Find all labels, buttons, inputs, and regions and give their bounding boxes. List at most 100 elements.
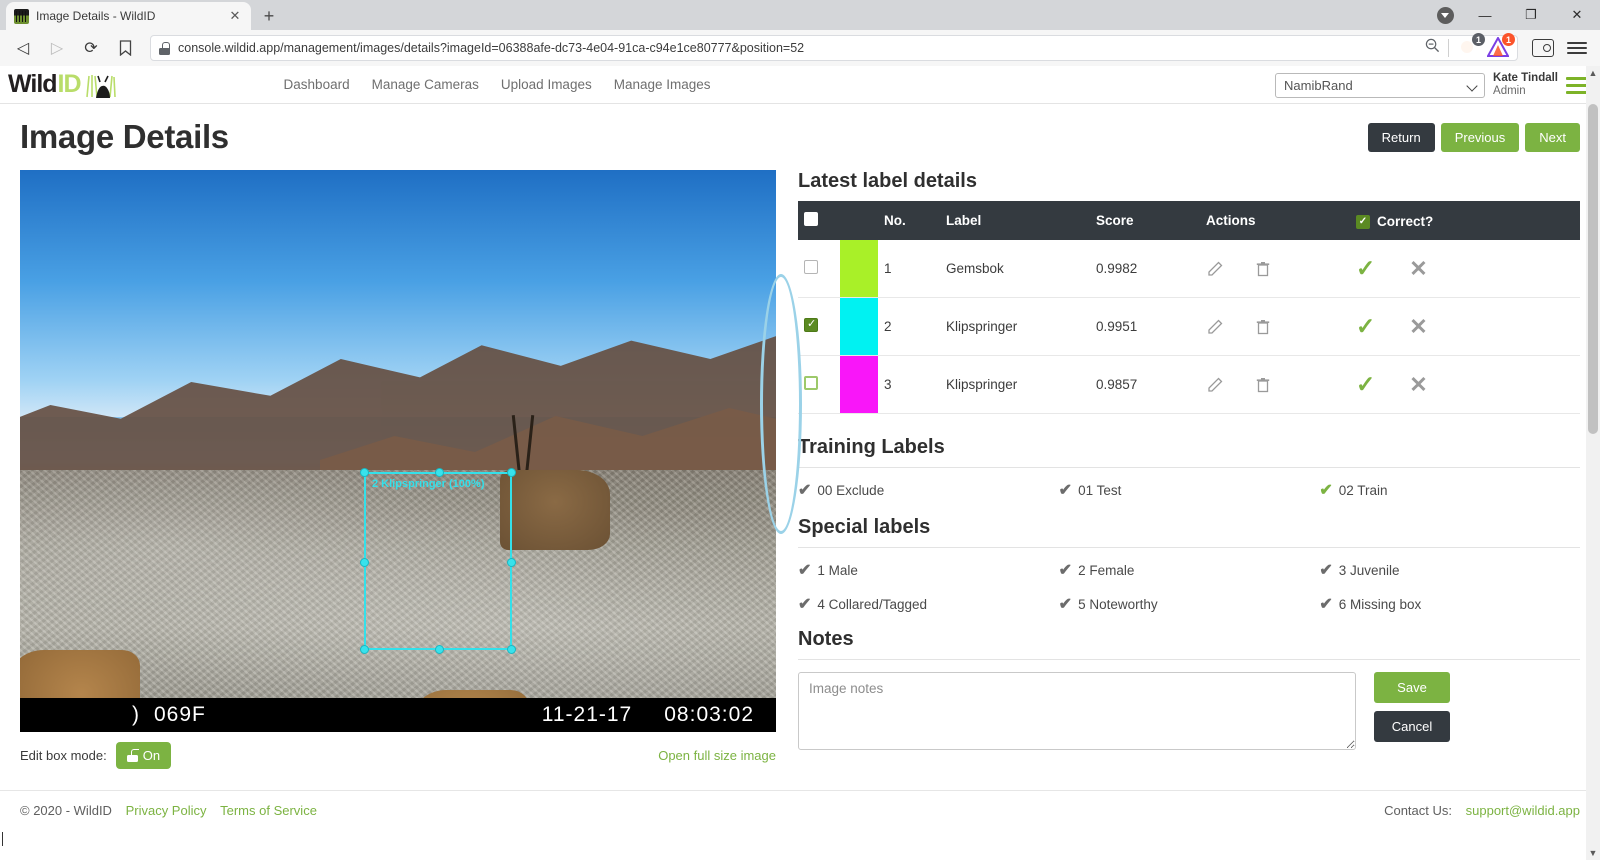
- edit-icon[interactable]: [1206, 376, 1224, 394]
- page-title: Image Details: [20, 118, 229, 155]
- row-checkbox[interactable]: [804, 317, 818, 332]
- text-caret: [2, 832, 3, 846]
- edit-box-mode-value: On: [142, 748, 161, 763]
- check-icon: ✔: [1058, 562, 1073, 579]
- open-full-size-image-link[interactable]: Open full size image: [658, 748, 776, 763]
- cancel-button[interactable]: Cancel: [1374, 711, 1450, 742]
- wildid-logo[interactable]: Wild ID: [8, 70, 118, 99]
- nav-item-upload-images[interactable]: Upload Images: [490, 77, 603, 92]
- special-label-text: 5 Noteworthy: [1078, 596, 1158, 612]
- nav-item-dashboard[interactable]: Dashboard: [273, 77, 361, 92]
- scroll-up-arrow[interactable]: ▲: [1586, 66, 1600, 80]
- nav-item-manage-images[interactable]: Manage Images: [603, 77, 722, 92]
- header-select-all[interactable]: [798, 201, 840, 240]
- url-text: console.wildid.app/management/images/det…: [178, 41, 805, 55]
- terms-of-service-link[interactable]: Terms of Service: [220, 803, 317, 818]
- address-bar[interactable]: console.wildid.app/management/images/det…: [150, 33, 1518, 61]
- forward-icon[interactable]: ▷: [42, 33, 72, 63]
- select-all-checkbox[interactable]: [804, 212, 818, 226]
- brave-rewards-icon[interactable]: 1: [1486, 33, 1515, 59]
- nav-item-manage-cameras[interactable]: Manage Cameras: [361, 77, 490, 92]
- special-label-6-missing-box[interactable]: ✔ 6 Missing box: [1319, 594, 1580, 614]
- edit-icon[interactable]: [1206, 318, 1224, 336]
- bbox-handle-tl[interactable]: [360, 468, 369, 477]
- special-label-5-noteworthy[interactable]: ✔ 5 Noteworthy: [1059, 594, 1320, 614]
- bbox-handle-ml[interactable]: [360, 558, 369, 567]
- training-label-02-train[interactable]: ✔ 02 Train: [1319, 480, 1580, 500]
- privacy-policy-link[interactable]: Privacy Policy: [126, 803, 207, 818]
- row-checkbox-cell[interactable]: [798, 297, 840, 356]
- camera-trap-image[interactable]: 2 Klipspringer (100%)) 069F 11-21-17 08…: [20, 170, 776, 732]
- training-label-01-test[interactable]: ✔ 01 Test: [1059, 480, 1320, 500]
- reject-icon[interactable]: ✕: [1409, 314, 1427, 340]
- row-checkbox[interactable]: [804, 376, 818, 390]
- scroll-down-arrow[interactable]: ▼: [1586, 846, 1600, 860]
- browser-menu-icon[interactable]: [1562, 33, 1592, 63]
- check-icon: ✔: [1319, 596, 1333, 613]
- delete-icon[interactable]: [1254, 376, 1272, 394]
- row-checkbox[interactable]: [804, 260, 818, 274]
- main-content: Image Details Return Previous Next 2 Kli…: [0, 104, 1600, 860]
- scrollbar-thumb[interactable]: [1588, 104, 1598, 434]
- save-button[interactable]: Save: [1374, 672, 1450, 703]
- browser-tab[interactable]: Image Details - WildID ✕: [6, 2, 251, 30]
- next-button[interactable]: Next: [1525, 122, 1580, 152]
- window-maximize-button[interactable]: ❐: [1508, 0, 1554, 30]
- return-button[interactable]: Return: [1367, 122, 1435, 152]
- wildid-favicon-icon: [14, 8, 29, 24]
- project-select[interactable]: NamibRand: [1275, 72, 1486, 98]
- window-close-button[interactable]: ✕: [1554, 0, 1600, 30]
- reject-icon[interactable]: ✕: [1409, 372, 1427, 398]
- special-label-4-collared-tagged[interactable]: ✔ 4 Collared/Tagged: [798, 594, 1059, 614]
- bbox-handle-bc[interactable]: [435, 645, 444, 654]
- correct-all-checkbox[interactable]: ✓: [1356, 214, 1370, 229]
- previous-button[interactable]: Previous: [1440, 122, 1520, 152]
- notes-input[interactable]: [798, 672, 1356, 750]
- window-dropdown-button[interactable]: [1428, 0, 1462, 30]
- window-minimize-button[interactable]: —: [1462, 0, 1508, 30]
- page-scrollbar[interactable]: ▲ ▼: [1586, 66, 1600, 860]
- temperature-reading: 069F: [154, 703, 206, 726]
- accept-icon[interactable]: ✓: [1356, 371, 1375, 398]
- new-tab-button[interactable]: +: [255, 2, 283, 30]
- special-label-2-female[interactable]: ✔ 2 Female: [1059, 560, 1320, 580]
- delete-icon[interactable]: [1254, 260, 1272, 278]
- support-email-link[interactable]: support@wildid.app: [1466, 803, 1580, 818]
- row-color-swatch: [840, 356, 878, 413]
- brave-shields-icon[interactable]: 1: [1457, 33, 1485, 59]
- bbox-handle-bl[interactable]: [360, 645, 369, 654]
- bbox-handle-br[interactable]: [507, 645, 516, 654]
- accept-icon[interactable]: ✓: [1356, 313, 1375, 340]
- zoom-out-icon[interactable]: [1425, 38, 1440, 58]
- bbox-handle-mr[interactable]: [507, 558, 516, 567]
- training-label-00-exclude[interactable]: ✔ 00 Exclude: [798, 480, 1059, 500]
- header-color-swatch: [840, 201, 878, 240]
- special-label-1-male[interactable]: ✔ 1 Male: [798, 560, 1059, 580]
- tab-close-icon[interactable]: ✕: [227, 8, 243, 24]
- bounding-box[interactable]: 2 Klipspringer (100%): [360, 468, 516, 654]
- reload-icon[interactable]: ⟳: [76, 33, 106, 63]
- camera-info-strip: ) 069F 11-21-17 08:03:02: [20, 698, 776, 732]
- wallet-icon[interactable]: [1528, 33, 1558, 63]
- check-icon: ✔: [798, 596, 812, 613]
- project-select-value: NamibRand: [1284, 77, 1353, 93]
- row-color-swatch: [840, 240, 878, 297]
- back-icon[interactable]: ◁: [8, 33, 38, 63]
- accept-icon[interactable]: ✓: [1356, 255, 1375, 282]
- bookmark-icon[interactable]: [110, 33, 140, 63]
- capture-date: 11-21-17: [541, 703, 633, 726]
- row-checkbox-cell[interactable]: [798, 355, 840, 414]
- edit-box-mode-toggle[interactable]: On: [115, 742, 172, 769]
- check-icon: ✔: [1058, 596, 1073, 613]
- reject-icon[interactable]: ✕: [1409, 256, 1427, 282]
- lock-icon: [159, 41, 170, 55]
- row-correct: ✓ ✕: [1350, 297, 1580, 356]
- row-checkbox-cell[interactable]: [798, 240, 840, 298]
- bbox-handle-tc[interactable]: [435, 468, 444, 477]
- edit-icon[interactable]: [1206, 260, 1224, 278]
- delete-icon[interactable]: [1254, 318, 1272, 336]
- bbox-handle-tr[interactable]: [507, 468, 516, 477]
- special-label-3-juvenile[interactable]: ✔ 3 Juvenile: [1319, 560, 1580, 580]
- browser-window: Image Details - WildID ✕ + — ❐ ✕ ◁ ▷ ⟳ c…: [0, 0, 1600, 860]
- tab-title: Image Details - WildID: [36, 9, 156, 23]
